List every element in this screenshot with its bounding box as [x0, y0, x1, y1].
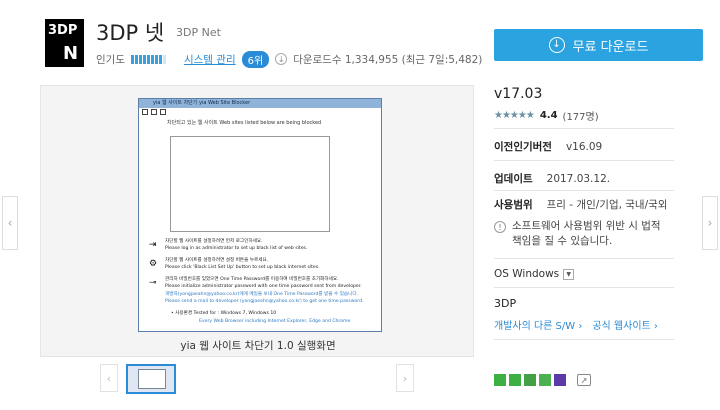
license-warning-text: 소프트웨어 사용범위 위반 시 법적 책임을 질 수 있습니다. [512, 220, 661, 247]
version-number: v17.03 [494, 86, 543, 102]
update-row: 업데이트 2017.03.12. [494, 171, 610, 186]
download-count-icon: ↓ [275, 53, 288, 65]
thumb-next-arrow[interactable]: › [396, 364, 414, 392]
download-button-label: 무료 다운로드 [572, 39, 649, 55]
update-label: 업데이트 [494, 173, 533, 185]
divider [494, 190, 674, 191]
other-software-link[interactable]: 개발사의 다른 S/W › [494, 317, 582, 332]
developer-links: 개발사의 다른 S/W › 공식 웹사이트 › [494, 317, 658, 332]
rating-count: (177명) [562, 112, 599, 123]
screenshot-viewer: yia 웹 사이트 차단기 yia Web Site Blocker 차단되고 … [40, 85, 474, 357]
divider [494, 128, 674, 129]
blocked-list-box [170, 136, 330, 232]
screenshot-thumbnail[interactable] [126, 364, 176, 394]
info-icon: ! [494, 221, 506, 233]
prev-version-label: 이전인기버전 [494, 141, 552, 153]
logo-text-top: 3DP [48, 23, 78, 38]
prev-version-row: 이전인기버전 v16.09 [494, 139, 602, 154]
popularity-bar [130, 54, 166, 64]
help-line: 차단할 웹 사이트를 설정하려면 설정 버튼을 누르세요. [165, 258, 269, 263]
app-logo: 3DP N [45, 19, 84, 67]
rating-row: ★★★★★ 4.4 (177명) [494, 108, 599, 123]
help-line: Every Web Browser including Internet Exp… [199, 319, 351, 324]
prev-version-value: v16.09 [565, 141, 603, 153]
app-subtitle: 3DP Net [176, 26, 221, 39]
category-link[interactable]: 시스템 관리 [184, 52, 236, 67]
chevron-down-icon[interactable]: ▼ [563, 268, 575, 280]
help-line: 개발자(yongjaeahn@yahoo.co.kr)에게 메일을 보내 One… [165, 292, 359, 297]
os-label: OS Windows [494, 268, 560, 280]
download-count: 다운로드수 1,334,955 (최근 7일:5,482) [293, 53, 483, 66]
safe-badge-icon [539, 374, 551, 386]
license-row: 사용범위 프리 - 개인/기업, 국내/국외 [494, 197, 667, 212]
help-line: Please log in as administrator to set up… [165, 246, 308, 251]
star-rating-icon: ★★★★★ [494, 110, 535, 121]
official-site-link[interactable]: 공식 웹사이트 › [592, 317, 658, 332]
download-circle-icon: ↓ [548, 37, 565, 53]
logo-text-bottom: N [63, 43, 79, 64]
help-line: 관리자 비밀번호를 잊었으면 One Time Password를 이용하여 비… [165, 277, 339, 282]
help-line: • 사용환경 Tested for : Windows 7, Windows 1… [171, 311, 277, 316]
rating-score: 4.4 [539, 110, 558, 121]
thumb-prev-arrow[interactable]: ‹ [100, 364, 118, 392]
app-meta-row: 인기도 시스템 관리 6위 ↓ 다운로드수 1,334,955 (최근 7일:5… [96, 50, 483, 68]
badge-row: ↗ [494, 374, 591, 386]
developer-name: 3DP [494, 297, 517, 310]
divider [494, 258, 674, 259]
help-line: 차단할 웹 사이트를 설정하려면 먼저 로그인하세요. [165, 239, 263, 244]
divider [494, 160, 674, 161]
os-select[interactable]: OS Windows ▼ [494, 268, 575, 280]
license-warning: ! 소프트웨어 사용범위 위반 시 법적 책임을 질 수 있습니다. [494, 219, 666, 249]
carousel-next-arrow[interactable]: › [702, 196, 718, 250]
share-icon[interactable]: ↗ [577, 374, 591, 386]
star-badge-icon [524, 374, 536, 386]
help-line: Please send a mail to developer (yongjae… [165, 299, 364, 304]
app-window-screenshot: yia 웹 사이트 차단기 yia Web Site Blocker 차단되고 … [138, 98, 382, 332]
free-download-button[interactable]: ↓ 무료 다운로드 [494, 29, 703, 61]
app-title: 3DP 넷 [96, 21, 165, 45]
window-toolbar [139, 108, 381, 117]
divider [494, 339, 674, 340]
help-line: Please initialize administrator password… [165, 284, 362, 289]
help-line: Please click 'Black List Set Up' button … [165, 265, 320, 270]
blocked-list-caption: 차단되고 있는 웹 사이트 Web sites listed below are… [167, 120, 322, 126]
popularity-label: 인기도 [96, 53, 125, 66]
key-icon: ⊸ [149, 278, 157, 288]
divider [494, 287, 674, 288]
login-icon: ⇥ [149, 240, 157, 250]
screenshot-caption: yia 웹 사이트 차단기 1.0 실행화면 [180, 340, 336, 352]
license-value: 프리 - 개인/기업, 국내/국외 [546, 199, 668, 211]
check-badge-icon [509, 374, 521, 386]
lang-badge-icon [554, 374, 566, 386]
carousel-prev-arrow[interactable]: ‹ [2, 196, 18, 250]
window-titlebar: yia 웹 사이트 차단기 yia Web Site Blocker [139, 99, 381, 108]
license-label: 사용범위 [494, 199, 533, 211]
update-value: 2017.03.12. [546, 173, 611, 185]
rank-badge: 6위 [241, 50, 270, 68]
free-badge-icon [494, 374, 506, 386]
settings-icon: ⚙ [149, 259, 158, 269]
